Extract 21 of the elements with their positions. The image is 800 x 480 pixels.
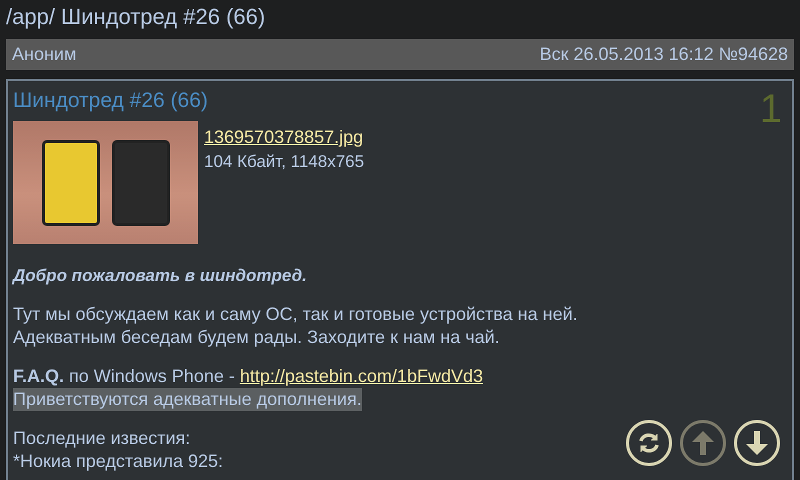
post-text: *Нокиа представила 925: [13, 450, 224, 473]
pastebin-link[interactable]: http://pastebin.com/1bFwdVd3 [240, 366, 483, 386]
refresh-icon [637, 431, 661, 455]
post-date: Вск 26.05.2013 16:12 №94628 [540, 44, 788, 65]
arrow-down-icon [745, 430, 769, 456]
down-button[interactable] [734, 420, 780, 466]
welcome-heading: Добро пожаловать в шиндотред. [13, 265, 307, 287]
post-text: Приветствуются адекватные дополнения. [13, 388, 362, 411]
post-number: 1 [760, 87, 782, 132]
arrow-up-icon [691, 430, 715, 456]
refresh-button[interactable] [626, 420, 672, 466]
post-text: Последние известия: [13, 427, 190, 450]
author-name: Аноним [12, 44, 76, 65]
attachment-info: 104 Кбайт, 1148x765 [204, 152, 364, 172]
page-title: /app/ Шиндотред #26 (66) [5, 3, 266, 31]
attachment-link[interactable]: 1369570378857.jpg [204, 127, 364, 148]
post-text: Адекватным беседам будем рады. Заходите к нам на чай. [13, 326, 500, 349]
photo-placeholder[interactable] [13, 121, 198, 244]
post-title: Шиндотред #26 (66) [13, 89, 208, 113]
post-text: Тут мы обсуждаем как и саму ОС, так и готовые устройства на ней. [13, 303, 578, 326]
post-text: F.A.Q. по Windows Phone - http://pastebin.com/1bFwdVd3 [13, 365, 483, 388]
